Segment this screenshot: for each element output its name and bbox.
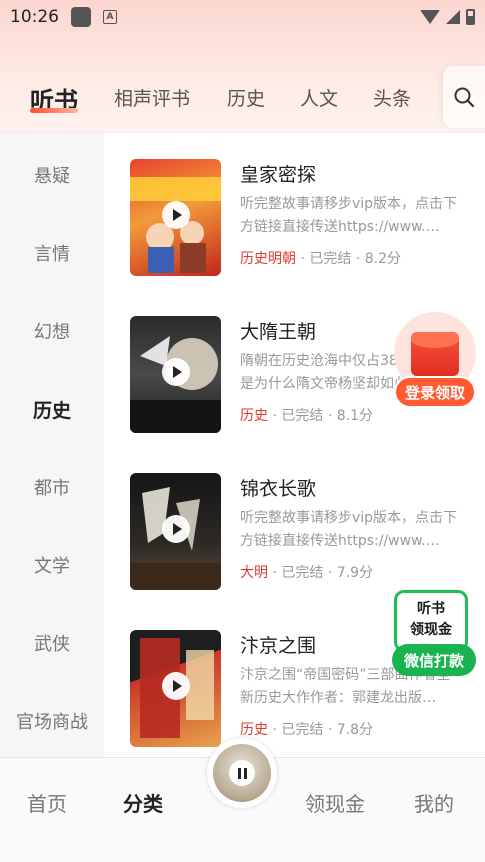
play-icon[interactable]: [162, 672, 190, 700]
meta-separator: ·: [272, 565, 277, 581]
battery-icon: [466, 9, 475, 25]
book-title: 汴京之围: [240, 635, 317, 657]
cash-line1: 听书: [417, 601, 445, 617]
book-item[interactable]: 锦衣长歌 听完整故事请移步vip版本，点击下方链接直接传送https://www…: [130, 473, 470, 591]
play-icon[interactable]: [162, 515, 190, 543]
book-tag: 大明: [240, 565, 268, 581]
status-right: [420, 9, 475, 25]
accessibility-icon: A: [103, 10, 117, 24]
book-title: 大隋王朝: [240, 321, 317, 343]
meta-separator: ·: [355, 251, 361, 267]
search-icon: [454, 87, 475, 108]
book-item[interactable]: 皇家密探 听完整故事请移步vip版本，点击下方链接直接传送https://www…: [130, 159, 470, 277]
book-status: 已完结: [309, 251, 352, 267]
red-envelope-icon: [411, 332, 459, 376]
top-tabs: 听书 相声评书 历史 人文 头条: [0, 66, 485, 130]
listen-cash-box: 听书 领现金: [394, 590, 468, 652]
book-score: 7.9分: [336, 565, 373, 581]
book-meta: 历史 · 已完结 · 7.8分: [240, 719, 373, 739]
sidebar-item-guanchang[interactable]: 官场商战: [0, 708, 104, 734]
book-status: 已完结: [281, 408, 324, 424]
book-score: 7.8分: [336, 722, 373, 738]
login-reward-button[interactable]: 登录领取: [394, 376, 476, 408]
player-cover: [213, 744, 271, 802]
book-meta: 历史 · 已完结 · 8.1分: [240, 405, 373, 425]
book-cover[interactable]: [130, 630, 221, 747]
nav-get-cash[interactable]: 领现金: [305, 788, 365, 817]
sidebar-item-yanqing[interactable]: 言情: [0, 240, 104, 266]
meta-separator: ·: [327, 408, 333, 424]
notification-icon: [71, 7, 91, 27]
book-cover[interactable]: [130, 473, 221, 590]
sidebar-item-xuanyi[interactable]: 悬疑: [0, 162, 104, 188]
tab-renwen[interactable]: 人文: [300, 84, 338, 111]
book-title: 皇家密探: [240, 164, 317, 186]
tab-lishi[interactable]: 历史: [227, 84, 265, 111]
book-meta: 大明 · 已完结 · 7.9分: [240, 562, 373, 582]
book-cover[interactable]: [130, 316, 221, 433]
sidebar-item-wuxia[interactable]: 武侠: [0, 630, 104, 656]
signal-icon: [446, 10, 460, 24]
book-score: 8.1分: [336, 408, 373, 424]
book-tag: 历史明朝: [240, 251, 296, 267]
search-button[interactable]: [443, 66, 485, 128]
book-tag: 历史: [240, 722, 268, 738]
book-tag: 历史: [240, 408, 268, 424]
book-meta: 历史明朝 · 已完结 · 8.2分: [240, 248, 401, 268]
tab-xiangsheng[interactable]: 相声评书: [114, 84, 190, 111]
book-score: 8.2分: [364, 251, 401, 267]
sidebar-item-wenxue[interactable]: 文学: [0, 552, 104, 578]
pause-icon[interactable]: [229, 760, 255, 786]
nav-mine[interactable]: 我的: [414, 788, 454, 817]
status-bar: 10:26 A: [0, 0, 485, 34]
book-status: 已完结: [281, 565, 324, 581]
tab-active-indicator: [30, 108, 78, 113]
sidebar-item-huanxiang[interactable]: 幻想: [0, 318, 104, 344]
wifi-icon: [420, 10, 440, 24]
status-time: 10:26: [10, 7, 59, 27]
meta-separator: ·: [272, 408, 277, 424]
book-status: 已完结: [281, 722, 324, 738]
listen-cash-widget[interactable]: 听书 领现金 微信打款: [392, 590, 480, 680]
wechat-cash-button[interactable]: 微信打款: [392, 644, 476, 676]
tab-toutiao[interactable]: 头条: [373, 84, 411, 111]
nav-category[interactable]: 分类: [123, 788, 163, 817]
meta-separator: ·: [327, 565, 333, 581]
login-reward-widget[interactable]: 登录领取: [392, 312, 478, 410]
book-title: 锦衣长歌: [240, 478, 317, 500]
mini-player[interactable]: [207, 738, 277, 808]
sidebar-item-dushi[interactable]: 都市: [0, 474, 104, 500]
meta-separator: ·: [327, 722, 333, 738]
sidebar-item-lishi[interactable]: 历史: [0, 396, 104, 423]
book-desc: 听完整故事请移步vip版本，点击下方链接直接传送https://www.…: [240, 510, 458, 549]
play-icon[interactable]: [162, 201, 190, 229]
category-sidebar: 悬疑 言情 幻想 历史 都市 文学 武侠 官场商战: [0, 133, 104, 758]
book-desc: 听完整故事请移步vip版本，点击下方链接直接传送https://www.…: [240, 196, 458, 235]
meta-separator: ·: [272, 722, 277, 738]
cash-line2: 领现金: [410, 622, 452, 638]
meta-separator: ·: [300, 251, 305, 267]
book-cover[interactable]: [130, 159, 221, 276]
play-icon[interactable]: [162, 358, 190, 386]
nav-home[interactable]: 首页: [27, 788, 67, 817]
